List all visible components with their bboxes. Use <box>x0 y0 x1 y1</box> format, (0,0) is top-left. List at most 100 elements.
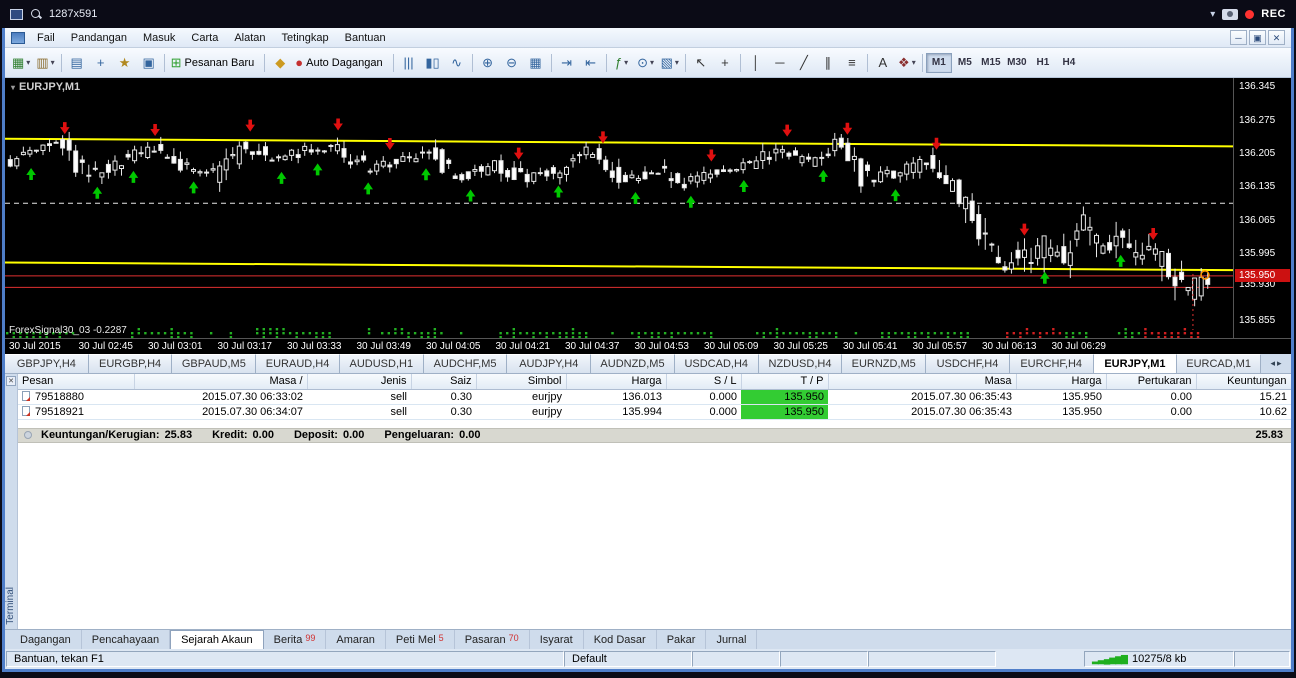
chart-tab[interactable]: GBPAUD,M5 <box>172 354 257 373</box>
chart-tab[interactable]: AUDCHF,M5 <box>423 354 508 373</box>
chart-tab[interactable]: NZDUSD,H4 <box>758 354 843 373</box>
col-sl[interactable]: S / L <box>666 374 742 390</box>
timeframe-button[interactable]: H4 <box>1056 53 1082 73</box>
col-close-price[interactable]: Harga <box>1016 374 1107 390</box>
terminal-tab[interactable]: Isyarat <box>530 630 584 649</box>
camera-icon[interactable] <box>1222 8 1239 20</box>
navigator-button[interactable]: ★ <box>113 51 137 75</box>
col-open-time[interactable]: Masa / <box>134 374 308 390</box>
terminal-tab[interactable]: Pasaran 70 <box>455 630 530 649</box>
terminal-tab[interactable]: Dagangan <box>10 630 82 649</box>
auto-scroll-button[interactable]: ⇥ <box>555 51 579 75</box>
tab-scroll-left-button[interactable]: ◂ <box>1270 358 1275 369</box>
tab-scroll-right-button[interactable]: ▸ <box>1277 358 1282 369</box>
arrows-tool-button[interactable]: ❖ ▾ <box>895 51 919 75</box>
menu-item[interactable]: Masuk <box>135 30 183 46</box>
indicators-button[interactable]: ƒ ▾ <box>610 51 634 75</box>
menu-item[interactable]: Pandangan <box>63 30 135 46</box>
chart-tab[interactable]: AUDJPY,H4 <box>507 354 592 373</box>
col-price[interactable]: Harga <box>566 374 667 390</box>
terminal-tab[interactable]: Peti Mel 5 <box>386 630 455 649</box>
data-window-button[interactable]: + <box>89 51 113 75</box>
chart-tab[interactable]: EURCAD,M1 <box>1177 354 1262 373</box>
trendline-button[interactable]: ╱ <box>792 51 816 75</box>
zoom-in-button[interactable]: ⊕ <box>476 51 500 75</box>
chart-area[interactable]: 136.345 136.275 136.205 136.135 136.065 135.9… <box>5 78 1291 354</box>
tile-windows-button[interactable]: ▦ <box>524 51 548 75</box>
symbol-dropdown-icon[interactable]: ▾ <box>11 83 15 92</box>
system-menu-icon[interactable] <box>10 8 23 20</box>
templates-button[interactable]: ▧ ▾ <box>658 51 682 75</box>
col-symbol[interactable]: Simbol <box>476 374 567 390</box>
new-order-button[interactable]: ⊞ Pesanan Baru <box>168 51 262 75</box>
terminal-tab[interactable]: Sejarah Akaun <box>170 630 264 649</box>
chart-tab[interactable]: EURNZD,M5 <box>842 354 927 373</box>
col-size[interactable]: Saiz <box>411 374 477 390</box>
close-button[interactable]: ✕ <box>1268 30 1285 45</box>
history-row[interactable]: 79518880 2015.07.30 06:33:02 sell 0.30 e… <box>18 389 1291 405</box>
minimize-button[interactable]: ─ <box>1230 30 1247 45</box>
chart-window-icon[interactable] <box>11 31 25 44</box>
col-profit[interactable]: Keuntungan <box>1196 374 1291 390</box>
col-close-time[interactable]: Masa <box>828 374 1017 390</box>
menu-item[interactable]: Fail <box>29 30 63 46</box>
menu-item[interactable]: Carta <box>183 30 226 46</box>
timeframe-button[interactable]: M15 <box>978 53 1004 73</box>
chart-tab[interactable]: USDCAD,H4 <box>674 354 759 373</box>
terminal-tab[interactable]: Pakar <box>657 630 707 649</box>
periods-button[interactable]: ⊙ ▾ <box>634 51 658 75</box>
chart-tab[interactable]: GBPJPY,H4 <box>5 354 89 373</box>
crosshair-button[interactable]: + <box>713 51 737 75</box>
toolbar: ▦ ▾ ▥ ▾ ▤ + ★ ▣ ⊞ Pesanan Baru ◆ ● Auto … <box>5 48 1291 78</box>
bar-chart-button[interactable]: ||| <box>397 51 421 75</box>
chart-tab[interactable]: EURGBP,H4 <box>88 354 173 373</box>
terminal-close-button[interactable]: ✕ <box>6 376 16 386</box>
text-button[interactable]: A <box>871 51 895 75</box>
timeframe-button[interactable]: M30 <box>1004 53 1030 73</box>
profit-cell: 10.62 <box>1196 404 1291 420</box>
col-tp[interactable]: T / P <box>741 374 829 390</box>
timeframe-button[interactable]: M5 <box>952 53 978 73</box>
terminal-tab[interactable]: Jurnal <box>706 630 758 649</box>
chart-tab[interactable]: EURCHF,H4 <box>1009 354 1094 373</box>
status-profile[interactable]: Default <box>564 651 692 667</box>
restore-button[interactable]: ▣ <box>1249 30 1266 45</box>
price-scale[interactable]: 136.345 136.275 136.205 136.135 136.065 135.9… <box>1233 78 1291 338</box>
col-type[interactable]: Jenis <box>307 374 412 390</box>
terminal-button[interactable]: ▣ <box>137 51 161 75</box>
vertical-line-button[interactable]: │ <box>744 51 768 75</box>
terminal-tab[interactable]: Pencahayaan <box>82 630 171 649</box>
menu-item[interactable]: Tetingkap <box>274 30 337 46</box>
recorder-dropdown-icon[interactable]: ▾ <box>1210 9 1215 20</box>
col-swap[interactable]: Pertukaran <box>1106 374 1197 390</box>
terminal-tab[interactable]: Amaran <box>326 630 386 649</box>
zoom-out-button[interactable]: ⊖ <box>500 51 524 75</box>
terminal-tab[interactable]: Kod Dasar <box>584 630 657 649</box>
chart-tab[interactable]: USDCHF,H4 <box>926 354 1010 373</box>
time-axis[interactable]: 30 Jul 2015 30 Jul 02:45 30 Jul 03:01 30 Ju… <box>5 338 1291 354</box>
fibonacci-button[interactable]: ≡ <box>840 51 864 75</box>
terminal-tab[interactable]: Berita 99 <box>264 630 327 649</box>
cursor-button[interactable]: ↖ <box>689 51 713 75</box>
channel-button[interactable]: ∥ <box>816 51 840 75</box>
chart-tab[interactable]: EURJPY,M1 <box>1093 354 1178 373</box>
metaeditor-button[interactable]: ◆ <box>268 51 292 75</box>
timeframe-button[interactable]: H1 <box>1030 53 1056 73</box>
candlestick-chart-button[interactable]: ▮▯ <box>421 51 445 75</box>
status-segment <box>868 651 996 667</box>
line-chart-button[interactable]: ∿ <box>445 51 469 75</box>
history-row[interactable]: 79518921 2015.07.30 06:34:07 sell 0.30 e… <box>18 404 1291 420</box>
new-chart-button[interactable]: ▦ ▾ <box>9 51 33 75</box>
chart-shift-button[interactable]: ⇤ <box>579 51 603 75</box>
chart-tab[interactable]: AUDUSD,H1 <box>339 354 424 373</box>
menu-item[interactable]: Bantuan <box>337 30 394 46</box>
menu-item[interactable]: Alatan <box>226 30 273 46</box>
timeframe-button[interactable]: M1 <box>925 52 952 73</box>
market-watch-button[interactable]: ▤ <box>65 51 89 75</box>
chart-tab[interactable]: AUDNZD,M5 <box>591 354 675 373</box>
col-order[interactable]: Pesan <box>18 374 135 390</box>
chart-tab[interactable]: EURAUD,H4 <box>256 354 340 373</box>
profiles-button[interactable]: ▥ ▾ <box>33 51 57 75</box>
horizontal-line-button[interactable]: ─ <box>768 51 792 75</box>
auto-trading-button[interactable]: ● Auto Dagangan <box>292 51 389 75</box>
